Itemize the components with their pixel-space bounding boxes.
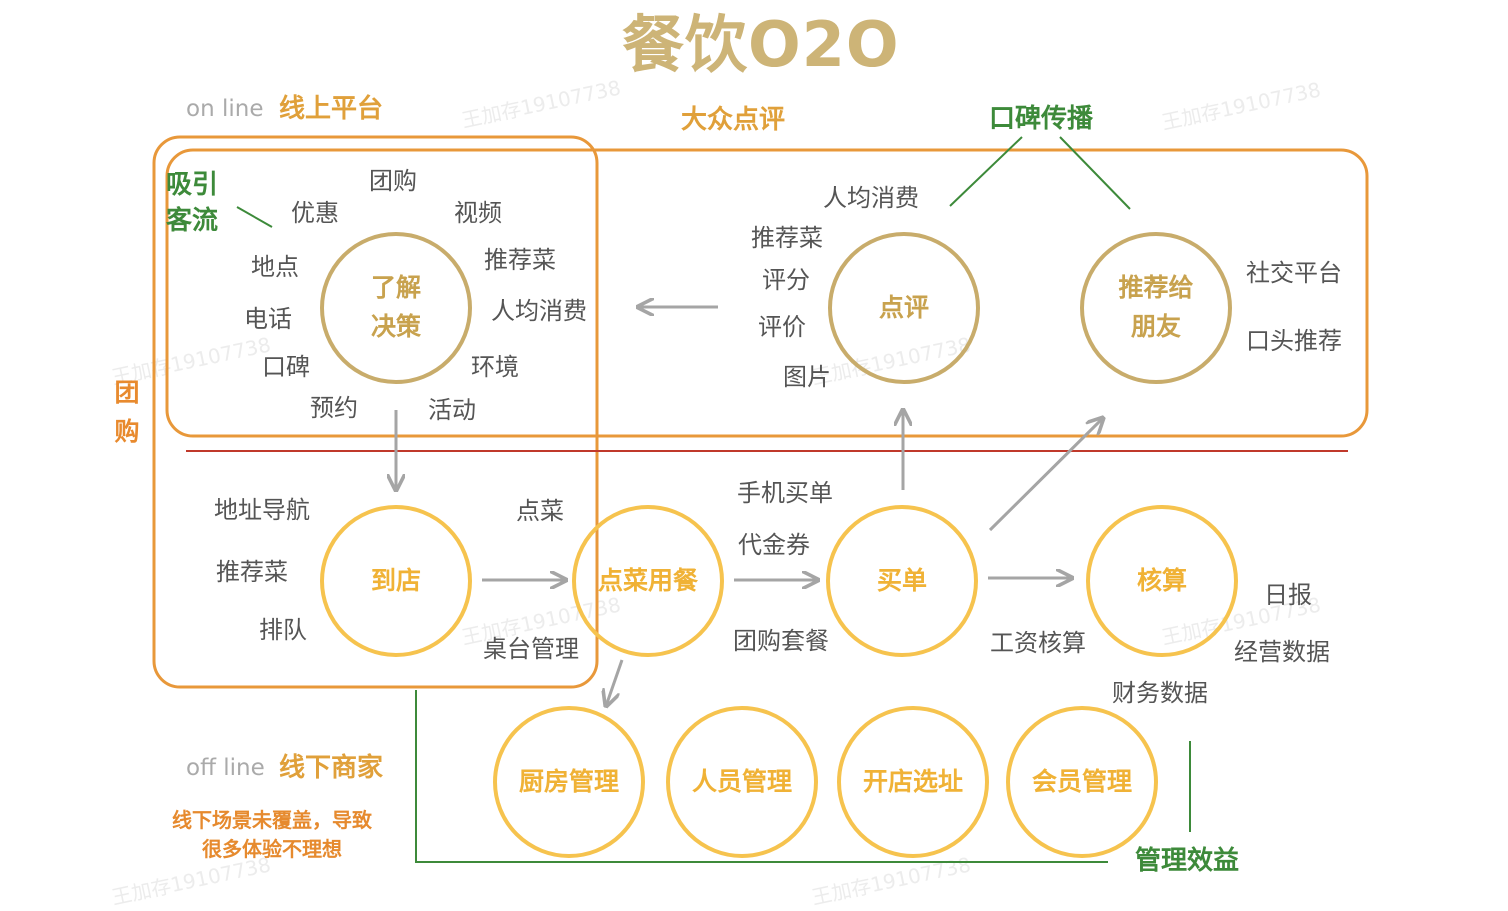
understand-item: 团购 xyxy=(369,167,417,195)
dianping-label: 大众点评 xyxy=(681,105,786,135)
understand-item: 人均消费 xyxy=(491,297,587,325)
circle-understand-decide: 了解决策 xyxy=(320,232,472,384)
circle-site-selection-label: 开店选址 xyxy=(862,766,963,796)
understand-item: 视频 xyxy=(454,199,502,227)
review-item: 评分 xyxy=(762,266,810,294)
pay-item: 团购套餐 xyxy=(733,627,829,655)
circle-understand-decide-label: 了解决策 xyxy=(370,273,421,341)
circle-member-management-label: 会员管理 xyxy=(1031,766,1132,796)
circle-order-dine: 点菜用餐 xyxy=(572,505,724,657)
review-item: 评价 xyxy=(758,313,806,341)
online-label-cn: 线上平台 xyxy=(279,94,384,124)
word-of-mouth-line-left xyxy=(949,136,1023,207)
circle-accounting: 核算 xyxy=(1086,505,1238,657)
accounting-item: 财务数据 xyxy=(1112,679,1208,707)
circle-member-management: 会员管理 xyxy=(1006,706,1158,858)
circle-review-label: 点评 xyxy=(878,292,929,322)
review-item: 图片 xyxy=(783,363,831,391)
online-label-en: on line xyxy=(186,96,264,122)
pay-item: 代金券 xyxy=(738,531,810,559)
circle-kitchen-management-label: 厨房管理 xyxy=(518,766,619,796)
offline-label-cn: 线下商家 xyxy=(279,753,384,783)
review-item: 推荐菜 xyxy=(751,224,823,252)
understand-item: 优惠 xyxy=(291,199,339,227)
understand-item: 活动 xyxy=(428,396,476,424)
recommend-item: 社交平台 xyxy=(1246,259,1342,287)
circle-site-selection: 开店选址 xyxy=(837,706,989,858)
order-item: 桌台管理 xyxy=(483,635,579,663)
order-item: 点菜 xyxy=(516,497,564,525)
circle-order-dine-label: 点菜用餐 xyxy=(597,565,698,595)
diagram-canvas: 王加存19107738 王加存19107738 王加存19107738 王加存1… xyxy=(0,0,1508,910)
recommend-item: 口头推荐 xyxy=(1246,327,1342,355)
arrive-item: 推荐菜 xyxy=(216,558,288,586)
circle-recommend: 推荐给朋友 xyxy=(1080,232,1232,384)
management-benefit-label: 管理效益 xyxy=(1135,846,1240,876)
pay-item: 手机买单 xyxy=(737,479,833,507)
circle-pay: 买单 xyxy=(826,505,978,657)
circle-recommend-label: 推荐给朋友 xyxy=(1118,273,1194,341)
arrive-item: 地址导航 xyxy=(214,496,310,524)
page-title: 餐饮O2O xyxy=(622,8,900,81)
tuangou-label: 团购 xyxy=(114,378,140,446)
circle-review: 点评 xyxy=(828,232,980,384)
word-of-mouth-label: 口碑传播 xyxy=(989,104,1094,134)
accounting-item: 经营数据 xyxy=(1234,638,1330,666)
circle-arrive-store: 到店 xyxy=(320,505,472,657)
circle-pay-label: 买单 xyxy=(876,565,927,595)
understand-item: 地点 xyxy=(251,253,299,281)
understand-item: 预约 xyxy=(310,394,358,422)
accounting-item: 工资核算 xyxy=(990,629,1086,657)
understand-item: 口碑 xyxy=(262,353,310,381)
circle-kitchen-management: 厨房管理 xyxy=(493,706,645,858)
attract-traffic-pointer xyxy=(236,206,273,228)
circle-staff-management: 人员管理 xyxy=(666,706,818,858)
offline-note: 线下场景未覆盖，导致很多体验不理想 xyxy=(172,808,372,861)
offline-label-en: off line xyxy=(186,755,265,781)
arrive-item: 排队 xyxy=(259,616,307,644)
circle-staff-management-label: 人员管理 xyxy=(691,766,792,796)
understand-item: 电话 xyxy=(244,305,292,333)
review-item: 人均消费 xyxy=(823,184,919,212)
understand-item: 推荐菜 xyxy=(484,246,556,274)
circle-accounting-label: 核算 xyxy=(1136,565,1187,595)
arrow-order-to-kitchen xyxy=(606,659,624,706)
understand-item: 环境 xyxy=(471,353,519,381)
accounting-item: 日报 xyxy=(1264,581,1312,609)
attract-traffic-label: 吸引客流 xyxy=(166,170,219,237)
word-of-mouth-line-right xyxy=(1059,136,1131,210)
circle-arrive-store-label: 到店 xyxy=(370,565,421,595)
